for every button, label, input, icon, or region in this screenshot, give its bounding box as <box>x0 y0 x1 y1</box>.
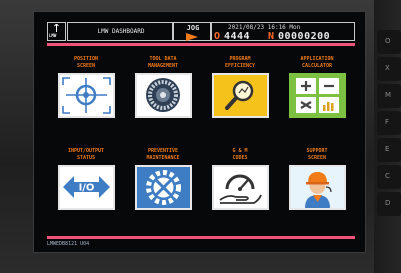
header-divider <box>47 43 355 46</box>
svg-text:I/O: I/O <box>79 183 95 194</box>
tile-label: PREVENTIVE MAINTENANCE <box>146 148 180 161</box>
tile-label: PROGRAM EFFICIENCY <box>224 56 256 69</box>
mode-indicator: JOG <box>173 22 211 41</box>
title-box: LMW DASHBOARD <box>67 22 173 41</box>
dashboard-title: LMW DASHBOARD <box>97 28 145 35</box>
version-label: LMWEDB8121 U04 <box>47 241 90 247</box>
header-bar: LMW LMW DASHBOARD JOG 2021/08/23 16:16 M… <box>34 12 365 47</box>
sequence-prefix: N <box>268 31 275 42</box>
key-label: D <box>385 199 391 207</box>
key-label: C <box>385 172 390 180</box>
tile-label: APPLICATION CALCULATOR <box>300 56 334 69</box>
logo-mark-icon <box>54 24 59 32</box>
tile-program-efficiency[interactable]: PROGRAM EFFICIENCY <box>210 56 270 118</box>
tile-g-m-codes[interactable]: G & M CODES <box>210 148 270 210</box>
key-m[interactable]: M <box>377 84 401 108</box>
key-e[interactable]: E <box>377 138 401 162</box>
tile-application-calculator[interactable]: APPLICATION CALCULATOR <box>287 56 347 118</box>
crosshair-icon[interactable] <box>58 73 115 118</box>
logo-text: LMW <box>49 33 57 38</box>
engineer-icon[interactable] <box>289 165 346 210</box>
tile-label: POSITION SCREEN <box>73 56 99 69</box>
logo: LMW <box>47 22 66 41</box>
mode-label: JOG <box>186 24 200 32</box>
key-label: E <box>385 145 390 153</box>
tile-label: INPUT/OUTPUT STATUS <box>67 148 105 161</box>
tile-label: TOOL DATA MANAGEMENT <box>147 56 179 69</box>
tile-label: SUPPORT SCREEN <box>306 148 328 161</box>
program-prefix: O <box>214 31 221 42</box>
key-f[interactable]: F <box>377 111 401 135</box>
key-label: X <box>385 64 390 72</box>
tile-label: G & M CODES <box>232 148 248 161</box>
side-keypad: O X M F E C D <box>374 0 401 273</box>
key-label: M <box>385 91 392 99</box>
tile-support-screen[interactable]: SUPPORT SCREEN <box>287 148 347 210</box>
status-box: 2021/08/23 16:16 Mon O 4444 N 00000200 <box>211 22 355 42</box>
program-number: 4444 <box>224 31 251 42</box>
io-arrows-icon[interactable]: I/O <box>58 165 115 210</box>
key-label: F <box>385 118 390 126</box>
magnifier-icon[interactable] <box>212 73 269 118</box>
tool-turret-icon[interactable] <box>135 73 192 118</box>
key-c[interactable]: C <box>377 165 401 189</box>
key-d[interactable]: D <box>377 192 401 216</box>
footer-divider <box>47 236 355 239</box>
play-arrow-icon <box>186 33 198 41</box>
datetime: 2021/08/23 16:16 Mon <box>228 24 301 31</box>
tile-position-screen[interactable]: POSITION SCREEN <box>56 56 116 118</box>
wrench-gear-icon[interactable] <box>135 165 192 210</box>
sequence-number: 00000200 <box>278 31 331 42</box>
key-label: O <box>385 37 391 45</box>
calculator-icon[interactable] <box>289 73 346 118</box>
tile-preventive-maintenance[interactable]: PREVENTIVE MAINTENANCE <box>133 148 193 210</box>
key-x[interactable]: X <box>377 57 401 81</box>
key-o[interactable]: O <box>377 30 401 54</box>
gauge-hand-icon[interactable] <box>212 165 269 210</box>
tile-input-output-status[interactable]: INPUT/OUTPUT STATUS I/O <box>56 148 116 210</box>
tile-tool-data-management[interactable]: TOOL DATA MANAGEMENT <box>133 56 193 118</box>
hmi-screen: LMW LMW DASHBOARD JOG 2021/08/23 16:16 M… <box>33 11 366 253</box>
